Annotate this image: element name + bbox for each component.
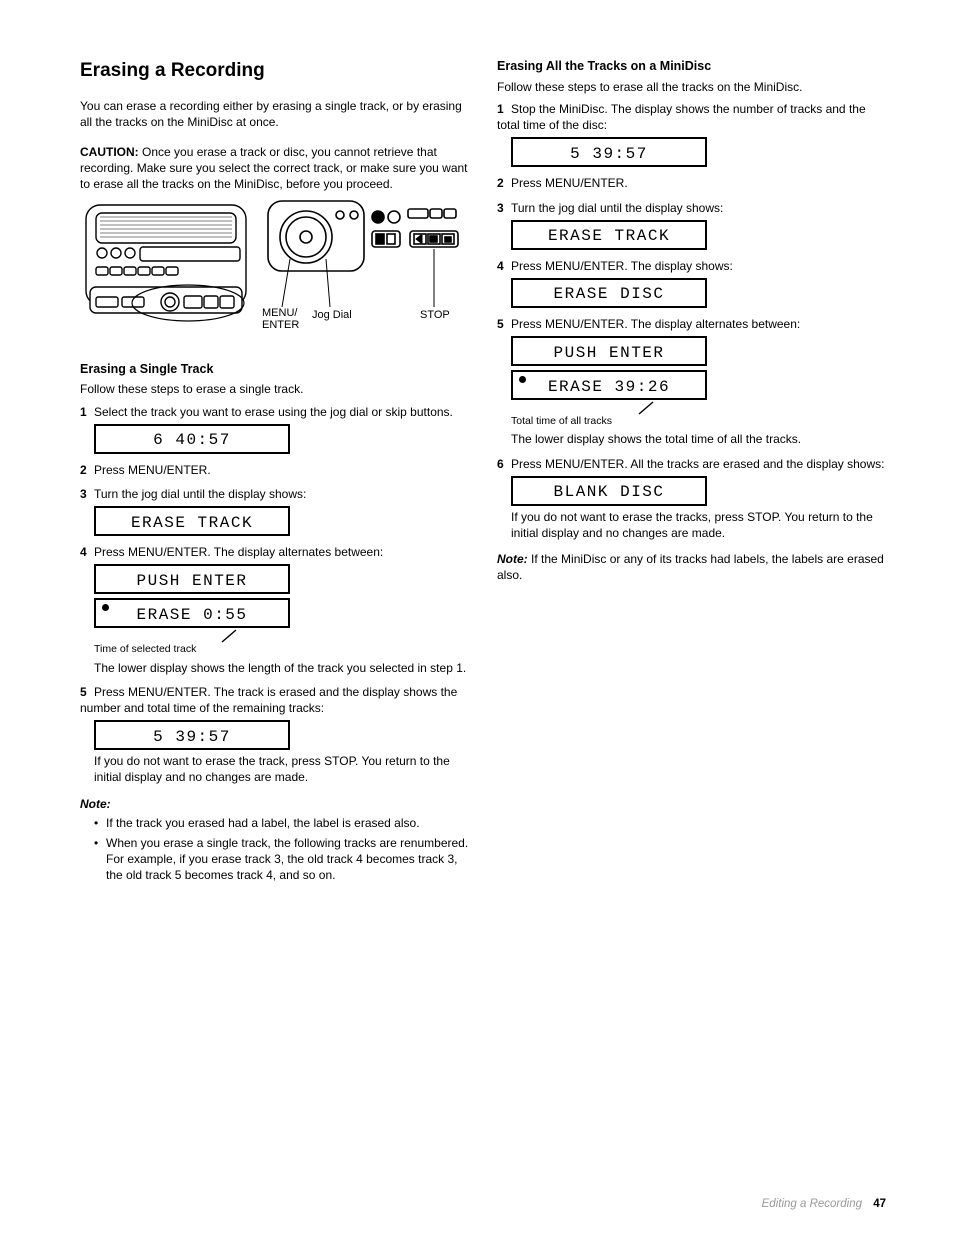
label-stop: STOP xyxy=(420,309,450,321)
single-step-3: Turn the jog dial until the display show… xyxy=(94,487,306,501)
all-step-6b: If you do not want to erase the tracks, … xyxy=(511,509,886,541)
lcd-all-step6: BLANK DISC xyxy=(511,476,707,506)
page-footer: Editing a Recording 47 xyxy=(762,1197,886,1213)
device-illustration: MENU/ ENTER Jog Dial STOP xyxy=(78,197,468,347)
single-track-heading: Erasing a Single Track xyxy=(80,361,469,378)
single-step-5b: If you do not want to erase the track, p… xyxy=(94,753,469,785)
page-title: Erasing a Recording xyxy=(80,58,469,84)
all-note-body: If the MiniDisc or any of its tracks had… xyxy=(497,552,884,582)
caution-body: Once you erase a track or disc, you cann… xyxy=(80,145,468,191)
lcd-single-step5: 5 39:57 xyxy=(94,720,290,750)
single-note-heading: Note: xyxy=(80,797,111,811)
label-menu-enter: MENU/ ENTER xyxy=(262,307,299,331)
caption-single-time: Time of selected track xyxy=(94,642,469,656)
single-intro: Follow these steps to erase a single tra… xyxy=(80,381,469,397)
caution-heading: CAUTION: xyxy=(80,145,139,159)
all-intro: Follow these steps to erase all the trac… xyxy=(497,79,886,95)
lcd-single-step4a: PUSH ENTER xyxy=(94,564,290,594)
lcd-single-step3: ERASE TRACK xyxy=(94,506,290,536)
label-jog-dial: Jog Dial xyxy=(312,309,352,321)
single-step-2: Press MENU/ENTER. xyxy=(94,463,211,477)
all-tracks-heading: Erasing All the Tracks on a MiniDisc xyxy=(497,58,886,75)
single-step-5a: Press MENU/ENTER. The track is erased an… xyxy=(80,685,457,715)
single-note-2: When you erase a single track, the follo… xyxy=(94,835,469,884)
caption-all-time: Total time of all tracks xyxy=(511,414,886,428)
all-step-4: Press MENU/ENTER. The display shows: xyxy=(511,259,733,273)
lcd-all-step1: 5 39:57 xyxy=(511,137,707,167)
single-after-4: The lower display shows the length of th… xyxy=(94,660,469,676)
all-after-5: The lower display shows the total time o… xyxy=(511,431,886,447)
all-note-heading: Note: xyxy=(497,552,528,566)
lcd-all-step5a: PUSH ENTER xyxy=(511,336,707,366)
all-step-5: Press MENU/ENTER. The display alternates… xyxy=(511,317,800,331)
all-step-1: Stop the MiniDisc. The display shows the… xyxy=(497,102,866,132)
all-step-2: Press MENU/ENTER. xyxy=(511,176,628,190)
lcd-all-step4: ERASE DISC xyxy=(511,278,707,308)
lcd-single-step1: 6 40:57 xyxy=(94,424,290,454)
lcd-all-step5b: ERASE 39:26 xyxy=(511,370,707,400)
single-step-1: Select the track you want to erase using… xyxy=(94,405,453,419)
single-step-4: Press MENU/ENTER. The display alternates… xyxy=(94,545,383,559)
all-step-6a: Press MENU/ENTER. All the tracks are era… xyxy=(511,457,884,471)
lcd-single-step4b: ERASE 0:55 xyxy=(94,598,290,628)
lcd-all-step3: ERASE TRACK xyxy=(511,220,707,250)
single-note-1: If the track you erased had a label, the… xyxy=(94,815,469,831)
all-step-3: Turn the jog dial until the display show… xyxy=(511,201,723,215)
footer-section-label: Editing a Recording xyxy=(762,1198,862,1210)
intro-text: You can erase a recording either by eras… xyxy=(80,98,469,130)
footer-page-number: 47 xyxy=(873,1198,886,1210)
